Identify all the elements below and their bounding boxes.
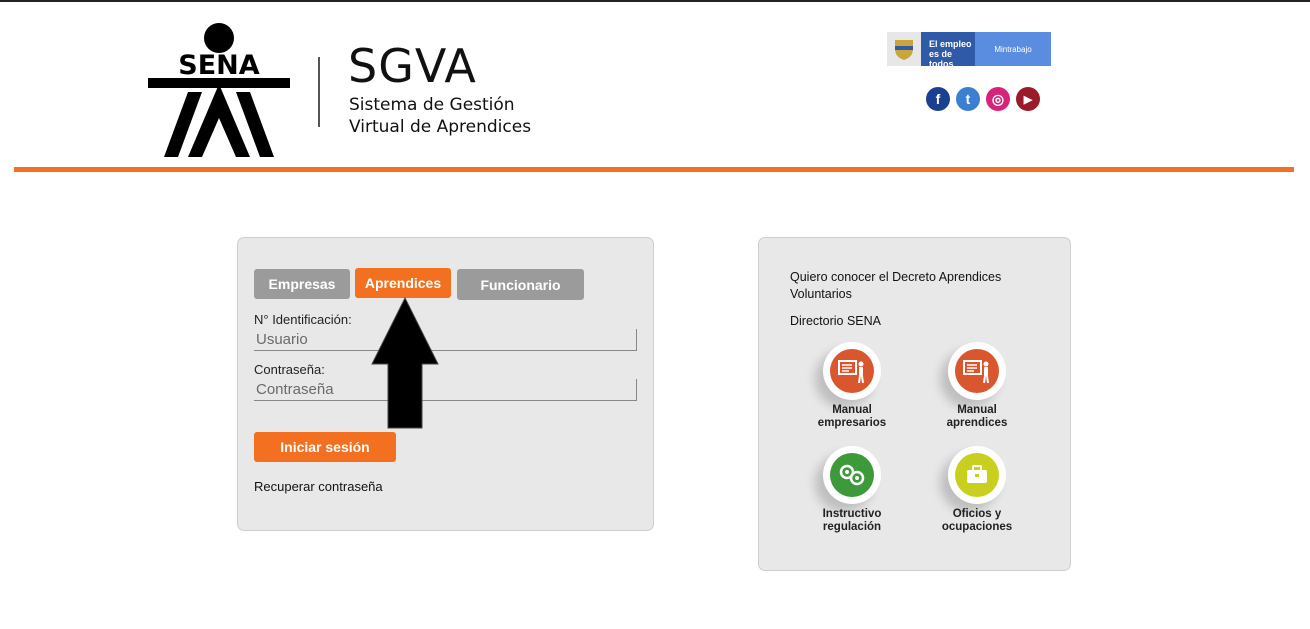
login-panel: Empresas Aprendices Funcionario N° Ident…: [237, 237, 654, 531]
app-subtitle-line2: Virtual de Aprendices: [349, 117, 532, 137]
tile-label-line2: ocupaciones: [941, 521, 1013, 533]
app-subtitle-line1: Sistema de Gestión: [349, 95, 515, 115]
presentation-icon: [830, 349, 874, 393]
briefcase-icon: [955, 453, 999, 497]
up-arrow-icon: [371, 296, 439, 429]
tile-label-line2: empresarios: [817, 417, 887, 429]
tile-circle: [948, 446, 1006, 504]
sena-logo: SENA: [148, 23, 290, 157]
tile-label-line2: aprendices: [946, 417, 1008, 429]
tile-oficios-ocupaciones[interactable]: Oficios y ocupaciones: [922, 446, 1032, 534]
tile-circle: [823, 342, 881, 400]
password-label: Contraseña:: [254, 362, 325, 377]
gears-icon: [830, 453, 874, 497]
tab-funcionario[interactable]: Funcionario: [457, 269, 584, 300]
tile-instructivo-regulacion[interactable]: Instructivo regulación: [797, 446, 907, 534]
header-accent-bar: [14, 167, 1294, 172]
sena-logo-text: SENA: [178, 50, 259, 81]
tab-empresas[interactable]: Empresas: [254, 269, 350, 299]
app-title: SGVA: [348, 39, 477, 93]
password-input[interactable]: [254, 379, 637, 401]
tile-label-line1: Instructivo: [822, 508, 882, 520]
tile-label: Instructivo regulación: [797, 508, 907, 534]
tab-aprendices[interactable]: Aprendices: [355, 268, 451, 298]
tile-manual-empresarios[interactable]: Manual empresarios: [797, 342, 907, 430]
tile-label: Manual empresarios: [797, 404, 907, 430]
instagram-icon[interactable]: ◎: [986, 87, 1010, 111]
id-label: N° Identificación:: [254, 312, 352, 327]
facebook-icon[interactable]: f: [926, 87, 950, 111]
id-input[interactable]: [254, 329, 637, 351]
login-button[interactable]: Iniciar sesión: [254, 432, 396, 462]
gov-ministry: Mintrabajo: [975, 32, 1051, 66]
decree-link[interactable]: Quiero conocer el Decreto Aprendices Vol…: [790, 269, 1040, 303]
gov-banner[interactable]: El empleo es de todos Mintrabajo: [887, 32, 1051, 69]
gov-empleo-line1: El empleo: [929, 39, 972, 49]
info-panel: Quiero conocer el Decreto Aprendices Vol…: [758, 237, 1071, 571]
header-divider: [318, 57, 320, 127]
twitter-icon[interactable]: t: [956, 87, 980, 111]
youtube-icon[interactable]: ▶: [1016, 87, 1040, 111]
directory-link[interactable]: Directorio SENA: [790, 313, 881, 330]
tile-label-line2: regulación: [822, 521, 882, 533]
tile-manual-aprendices[interactable]: Manual aprendices: [922, 342, 1032, 430]
tile-label-line1: Manual: [832, 404, 872, 416]
tile-label-line1: Oficios y: [952, 508, 1002, 520]
social-links: f t ◎ ▶: [926, 87, 1040, 111]
tile-circle: [823, 446, 881, 504]
recover-password-link[interactable]: Recuperar contraseña: [254, 479, 383, 494]
gov-empleo-text: El empleo es de todos: [921, 32, 975, 69]
tile-circle: [948, 342, 1006, 400]
tile-label: Manual aprendices: [922, 404, 1032, 430]
page-header: SENA SGVA Sistema de Gestión Virtual de …: [0, 0, 1310, 172]
presentation-icon: [955, 349, 999, 393]
app-subtitle: Sistema de Gestión Virtual de Aprendices: [349, 94, 531, 138]
gov-empleo-line2: es de todos: [929, 49, 954, 69]
tile-label-line1: Manual: [957, 404, 997, 416]
tile-label: Oficios y ocupaciones: [922, 508, 1032, 534]
colombia-shield-icon: [887, 32, 921, 66]
